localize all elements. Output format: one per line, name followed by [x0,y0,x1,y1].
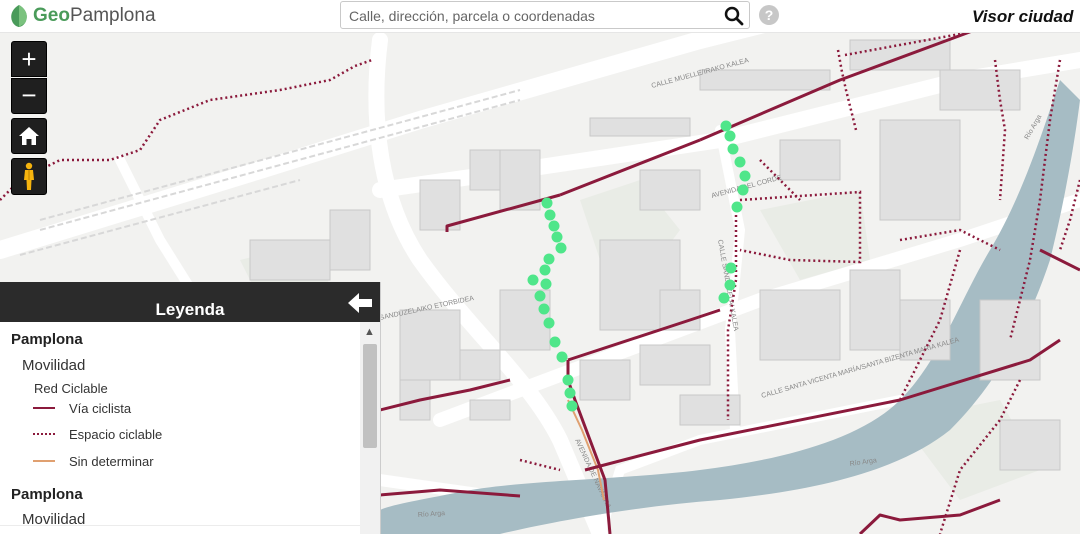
legend-item-via-ciclista: Vía ciclista [33,400,131,416]
street-view-button[interactable] [11,158,47,195]
legend-header: Leyenda [0,282,380,322]
legend-title: Leyenda [155,300,225,319]
legend-category: Movilidad [22,357,86,374]
legend-item-sin-determinar: Sin determinar [33,453,154,469]
leaf-logo-icon [11,5,27,27]
visor-title: Visor ciudad [972,7,1074,26]
home-icon [19,127,39,145]
search-input[interactable] [347,5,721,27]
legend-body: Pamplona Movilidad Red Ciclable Vía cicl… [0,322,360,534]
arrow-left-icon[interactable] [346,290,374,316]
legend-panel: Leyenda Pamplona Movilidad Red Ciclable … [0,282,381,534]
legend-city: Pamplona [11,486,83,503]
home-button[interactable] [11,118,47,154]
geopamplona-logo[interactable]: GeoPamplona [8,3,156,29]
logo-text: GeoPamplona [33,5,156,26]
legend-scrollbar[interactable]: ▲ [360,322,380,534]
legend-group: Red Ciclable [34,381,108,396]
search-icon[interactable] [723,5,745,27]
legend-item-label: Sin determinar [69,453,154,469]
help-button[interactable]: ? [759,5,779,25]
legend-city: Pamplona [11,331,83,348]
legend-item-label: Espacio ciclable [69,426,163,442]
legend-category: Movilidad [22,511,86,528]
scroll-thumb[interactable] [363,344,377,448]
orange-line-swatch [33,460,55,462]
zoom-in-button[interactable]: + [11,41,47,77]
dotted-line-swatch [33,433,55,435]
top-bar: GeoPamplona ? Visor ciudad [0,0,1080,33]
pegman-icon [24,162,34,190]
scroll-up-icon[interactable]: ▲ [364,326,375,338]
legend-item-label: Vía ciclista [69,400,132,416]
search-box [340,1,750,29]
legend-item-espacio-ciclable: Espacio ciclable [33,426,162,442]
zoom-out-button[interactable]: − [11,78,47,114]
solid-line-swatch [33,407,55,409]
